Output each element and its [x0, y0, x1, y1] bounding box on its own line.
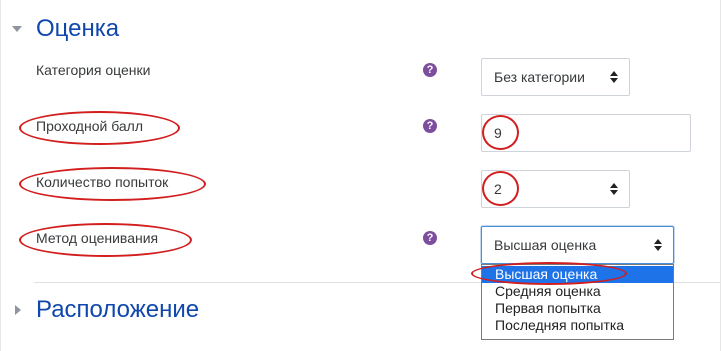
attempts-select[interactable]: 2 [481, 170, 630, 208]
left-border-line [0, 0, 1, 351]
option-highest-grade[interactable]: Высшая оценка [482, 266, 673, 283]
option-first-attempt[interactable]: Первая попытка [482, 300, 673, 317]
select-arrows-icon [610, 183, 619, 195]
attempts-label: Количество попыток [36, 174, 169, 190]
expand-chevron-right-icon[interactable] [15, 305, 21, 315]
question-circle-icon[interactable]: ? [423, 231, 437, 245]
select-arrows-icon [654, 239, 663, 251]
section-title-layout[interactable]: Расположение [36, 296, 199, 324]
pass-grade-value: 9 [494, 125, 502, 141]
section-title-grade[interactable]: Оценка [36, 15, 119, 43]
select-arrows-icon [610, 71, 619, 83]
grade-category-select[interactable]: Без категории [481, 58, 630, 96]
option-average-grade[interactable]: Средняя оценка [482, 283, 673, 300]
grading-method-select[interactable]: Высшая оценка [481, 226, 674, 264]
grade-category-value: Без категории [494, 69, 585, 85]
question-circle-icon[interactable]: ? [423, 63, 437, 77]
grading-method-value: Высшая оценка [494, 237, 597, 253]
option-last-attempt[interactable]: Последняя попытка [482, 317, 673, 334]
pass-grade-input[interactable]: 9 [481, 114, 691, 152]
grading-method-label: Метод оценивания [36, 230, 159, 246]
attempts-value: 2 [494, 181, 502, 197]
grading-method-options-list[interactable]: Высшая оценка Средняя оценка Первая попы… [481, 264, 674, 340]
collapse-chevron-down-icon[interactable] [12, 26, 22, 32]
grade-category-label: Категория оценки [36, 62, 151, 78]
pass-grade-label: Проходной балл [36, 118, 144, 134]
question-circle-icon[interactable]: ? [423, 119, 437, 133]
